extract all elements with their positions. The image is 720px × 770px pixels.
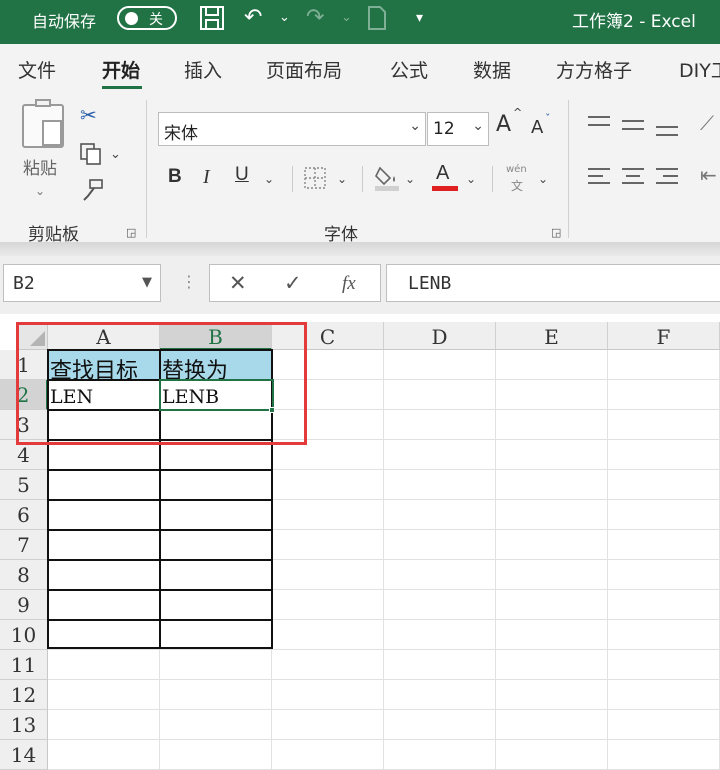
font-launcher-icon[interactable]: ◲: [551, 226, 561, 239]
font-color-button[interactable]: A: [436, 162, 449, 185]
font-name-select[interactable]: 宋体 ⌄: [158, 112, 426, 146]
cancel-icon[interactable]: ✕: [229, 271, 247, 295]
ribbon: 粘贴 ⌄ ✂ ⌄ 剪贴板 ◲ 宋体 ⌄ 12 ⌄ A ^ A ˇ B I U ⌄…: [0, 92, 720, 245]
highlight-box: [16, 322, 307, 445]
autosave-label: 自动保存: [32, 12, 97, 31]
grow-font-button[interactable]: A: [496, 112, 511, 137]
bold-button[interactable]: B: [168, 166, 182, 188]
column-header-d[interactable]: D: [384, 322, 496, 350]
row-header-5[interactable]: 5: [0, 470, 48, 500]
tab-formulas[interactable]: 公式: [390, 56, 428, 83]
row-header-11[interactable]: 11: [0, 650, 48, 680]
decrease-indent-icon[interactable]: ⇤: [700, 164, 717, 186]
underline-dropdown-icon[interactable]: ⌄: [264, 168, 274, 190]
undo-dropdown-icon[interactable]: ⌄: [279, 5, 290, 31]
phonetic-char[interactable]: 文: [511, 177, 523, 194]
font-color-dropdown-icon[interactable]: ⌄: [466, 168, 476, 190]
toggle-knob: [125, 12, 138, 25]
cut-icon[interactable]: ✂: [80, 104, 97, 126]
formula-buttons: ✕ ✓ fx: [209, 264, 381, 302]
name-box-value: B2: [13, 273, 35, 294]
italic-button[interactable]: I: [203, 166, 210, 189]
print-preview-icon[interactable]: [366, 5, 388, 38]
redo-icon[interactable]: ↷: [306, 5, 324, 31]
phonetic-pinyin[interactable]: wén: [506, 164, 527, 175]
chevron-down-icon: ⌄: [409, 118, 421, 134]
more-options-icon[interactable]: ⋮: [181, 272, 197, 291]
row-header-13[interactable]: 13: [0, 710, 48, 740]
divider: [292, 166, 293, 192]
row-header-10[interactable]: 10: [0, 620, 48, 650]
ribbon-tabs: 文件 开始 插入 页面布局 公式 数据 方方格子 DIY工: [0, 44, 720, 92]
ribbon-bottom-edge: [0, 242, 720, 256]
paste-icon[interactable]: [22, 99, 64, 148]
orientation-icon[interactable]: ⟋: [700, 112, 714, 134]
tab-fangfang[interactable]: 方方格子: [556, 56, 632, 83]
row-header-9[interactable]: 9: [0, 590, 48, 620]
formula-bar: B2 ▼ ⋮ ✕ ✓ fx LENB: [0, 256, 720, 314]
tab-insert[interactable]: 插入: [184, 56, 222, 83]
row-header-6[interactable]: 6: [0, 500, 48, 530]
enter-icon[interactable]: ✓: [284, 271, 302, 295]
redo-dropdown-icon[interactable]: ⌄: [341, 5, 352, 31]
divider: [492, 166, 493, 192]
clipboard-launcher-icon[interactable]: ◲: [126, 226, 136, 239]
paste-dropdown-icon[interactable]: ⌄: [35, 180, 45, 202]
formula-content: LENB: [408, 273, 452, 294]
divider: [362, 166, 363, 192]
tab-file[interactable]: 文件: [18, 56, 56, 83]
row-header-7[interactable]: 7: [0, 530, 48, 560]
group-separator: [568, 100, 569, 238]
border-icon[interactable]: [303, 166, 327, 194]
paste-label[interactable]: 粘贴: [23, 154, 57, 179]
tab-home[interactable]: 开始: [102, 56, 140, 83]
undo-icon[interactable]: ↶: [244, 5, 262, 31]
copy-dropdown-icon[interactable]: ⌄: [110, 144, 121, 166]
row-header-12[interactable]: 12: [0, 680, 48, 710]
font-name-value: 宋体: [164, 124, 198, 144]
border-dropdown-icon[interactable]: ⌄: [337, 168, 347, 190]
copy-icon[interactable]: [79, 142, 103, 170]
group-separator: [146, 100, 147, 238]
column-header-e[interactable]: E: [496, 322, 608, 350]
customize-toolbar-icon[interactable]: ▾: [416, 5, 423, 31]
active-tab-underline: [102, 86, 142, 89]
worksheet-grid[interactable]: A B C D E F 1 2 3 4 5 6 7 8 9 10 11 12 1…: [0, 322, 720, 770]
fill-color-icon[interactable]: [374, 164, 400, 196]
chevron-down-icon[interactable]: ▼: [142, 275, 152, 290]
underline-button[interactable]: U: [235, 164, 249, 186]
autosave-state: 关: [149, 12, 163, 28]
grow-font-caret-icon: ^: [513, 106, 523, 119]
save-icon[interactable]: [199, 5, 225, 38]
row-header-8[interactable]: 8: [0, 560, 48, 590]
insert-function-icon[interactable]: fx: [342, 273, 356, 295]
row-header-14[interactable]: 14: [0, 740, 48, 770]
column-header-f[interactable]: F: [608, 322, 720, 350]
shrink-font-caret-icon: ˇ: [545, 112, 551, 125]
tab-data[interactable]: 数据: [473, 56, 511, 83]
font-size-value: 12: [433, 119, 455, 139]
font-size-select[interactable]: 12 ⌄: [427, 112, 489, 146]
fill-color-dropdown-icon[interactable]: ⌄: [405, 168, 415, 190]
title-bar: 自动保存 关 ↶ ⌄ ↷ ⌄ ▾ 工作簿2 - Excel: [0, 0, 720, 44]
font-color-bar: [432, 186, 458, 191]
shrink-font-button[interactable]: A: [531, 117, 543, 138]
tab-diy[interactable]: DIY工: [679, 56, 720, 83]
tab-page-layout[interactable]: 页面布局: [266, 56, 342, 83]
document-title: 工作簿2 - Excel: [572, 12, 696, 32]
phonetic-dropdown-icon[interactable]: ⌄: [538, 168, 548, 190]
name-box[interactable]: B2 ▼: [3, 264, 161, 302]
format-painter-icon[interactable]: [80, 178, 104, 206]
chevron-down-icon: ⌄: [472, 118, 484, 134]
autosave-toggle[interactable]: 关: [117, 6, 177, 30]
formula-input[interactable]: LENB: [386, 264, 720, 302]
